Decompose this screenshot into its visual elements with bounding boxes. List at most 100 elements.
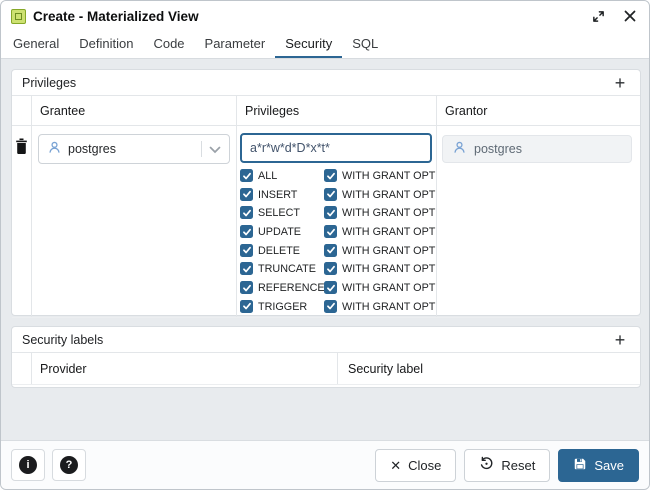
chevron-down-icon[interactable] — [209, 142, 221, 157]
tab-parameter[interactable]: Parameter — [195, 31, 276, 58]
user-icon — [452, 140, 467, 158]
grant-option-label: WITH GRANT OPTION — [342, 207, 437, 219]
privilege-checkbox[interactable] — [240, 188, 253, 201]
privilege-label: INSERT — [258, 189, 297, 201]
privilege-checkbox[interactable] — [240, 225, 253, 238]
security-labels-title: Security labels — [22, 333, 103, 347]
grantee-column-header: Grantee — [32, 96, 237, 125]
privileges-title: Privileges — [22, 76, 76, 90]
user-icon — [47, 140, 62, 158]
privilege-label: REFERENCES — [258, 282, 332, 294]
privilege-row: ALL WITH GRANT OPTION — [240, 167, 432, 186]
tab-code[interactable]: Code — [143, 31, 194, 58]
close-x-icon: ✕ — [390, 459, 401, 472]
delete-row-icon[interactable] — [14, 138, 30, 156]
privileges-column-header: Privileges — [237, 96, 437, 125]
save-button-label: Save — [594, 458, 624, 473]
grant-option-checkbox[interactable] — [324, 281, 337, 294]
grant-option-checkbox[interactable] — [324, 262, 337, 275]
reset-button-label: Reset — [501, 458, 535, 473]
privilege-row: UPDATE WITH GRANT OPTION — [240, 223, 432, 242]
privilege-checkbox-list: ALL WITH GRANT OPTION INSERT WITH GRANT … — [240, 167, 432, 317]
privileges-panel-header: Privileges + — [12, 70, 640, 96]
privilege-row: INSERT WITH GRANT OPTION — [240, 186, 432, 205]
footer: i ? ✕ Close Reset Save — [1, 440, 649, 489]
privilege-label: ALL — [258, 170, 277, 182]
grantor-cell: postgres — [437, 126, 640, 317]
close-button[interactable]: ✕ Close — [375, 449, 456, 482]
reset-icon — [479, 456, 494, 474]
privilege-label: SELECT — [258, 207, 300, 219]
grant-option-label: WITH GRANT OPTION — [342, 245, 437, 257]
tab-security[interactable]: Security — [275, 31, 342, 58]
help-button[interactable]: ? — [52, 449, 86, 481]
privilege-row: TRUNCATE WITH GRANT OPTION — [240, 260, 432, 279]
grant-option-checkbox[interactable] — [324, 206, 337, 219]
privilege-label: TRUNCATE — [258, 263, 316, 275]
privilege-label: UPDATE — [258, 226, 301, 238]
privilege-checkbox[interactable] — [240, 300, 253, 313]
info-button[interactable]: i — [11, 449, 45, 481]
tab-definition[interactable]: Definition — [69, 31, 143, 58]
grantee-select[interactable]: postgres — [38, 134, 230, 164]
help-icon: ? — [60, 456, 78, 474]
security-labels-grid-header: Provider Security label — [12, 353, 640, 385]
grantor-field: postgres — [442, 135, 632, 163]
grant-option-label: WITH GRANT OPTION — [342, 301, 437, 313]
dialog-title: Create - Materialized View — [33, 9, 199, 24]
privilege-row: DELETE WITH GRANT OPTION — [240, 242, 432, 261]
grant-option-label: WITH GRANT OPTION — [342, 282, 437, 294]
delete-column-header — [12, 96, 32, 125]
privileges-input[interactable] — [240, 133, 432, 163]
grant-option-checkbox[interactable] — [324, 225, 337, 238]
add-security-label-button[interactable]: + — [610, 330, 630, 350]
security-labels-header: Security labels + — [12, 327, 640, 353]
privilege-checkbox[interactable] — [240, 262, 253, 275]
privilege-row: TRIGGER WITH GRANT OPTION — [240, 298, 432, 317]
close-button-label: Close — [408, 458, 441, 473]
privilege-row: REFERENCES WITH GRANT OPTION — [240, 279, 432, 298]
privileges-cell: ALL WITH GRANT OPTION INSERT WITH GRANT … — [237, 126, 437, 317]
privilege-checkbox[interactable] — [240, 244, 253, 257]
privilege-row: SELECT WITH GRANT OPTION — [240, 204, 432, 223]
grant-option-checkbox[interactable] — [324, 300, 337, 313]
privilege-label: DELETE — [258, 245, 300, 257]
reset-button[interactable]: Reset — [464, 449, 550, 482]
close-icon[interactable] — [621, 7, 639, 25]
grant-option-checkbox[interactable] — [324, 188, 337, 201]
privileges-grid: Grantee Privileges Grantor postgres — [12, 96, 640, 312]
tab-bar: General Definition Code Parameter Securi… — [1, 31, 649, 59]
grant-option-label: WITH GRANT OPTION — [342, 189, 437, 201]
save-button[interactable]: Save — [558, 449, 639, 482]
grant-option-checkbox[interactable] — [324, 244, 337, 257]
privilege-checkbox[interactable] — [240, 206, 253, 219]
security-labels-panel: Security labels + Provider Security labe… — [11, 326, 641, 388]
delete-cell — [12, 126, 32, 317]
create-materialized-view-dialog: Create - Materialized View General Defin… — [0, 0, 650, 490]
grant-option-checkbox[interactable] — [324, 169, 337, 182]
grant-option-label: WITH GRANT OPTION — [342, 170, 437, 182]
delete-column-header — [12, 353, 32, 384]
grantor-value: postgres — [474, 142, 522, 156]
grant-option-label: WITH GRANT OPTION — [342, 226, 437, 238]
grantee-cell: postgres — [32, 126, 237, 317]
privilege-checkbox[interactable] — [240, 169, 253, 182]
tab-general[interactable]: General — [3, 31, 69, 58]
grant-option-label: WITH GRANT OPTION — [342, 263, 437, 275]
privileges-panel: Privileges + Grantee Privileges Grantor — [11, 69, 641, 316]
save-icon — [573, 457, 587, 474]
info-icon: i — [19, 456, 37, 474]
titlebar: Create - Materialized View — [1, 1, 649, 31]
add-privilege-button[interactable]: + — [610, 73, 630, 93]
privilege-label: TRIGGER — [258, 301, 307, 313]
privileges-row: postgres ALL WIT — [12, 126, 640, 318]
provider-column-header: Provider — [32, 353, 338, 384]
privileges-grid-header: Grantee Privileges Grantor — [12, 96, 640, 126]
grantor-column-header: Grantor — [437, 96, 640, 125]
privilege-checkbox[interactable] — [240, 281, 253, 294]
security-label-column-header: Security label — [338, 353, 640, 384]
dropdown-separator — [201, 141, 202, 157]
grantee-value: postgres — [68, 142, 116, 156]
expand-icon[interactable] — [589, 7, 607, 25]
tab-sql[interactable]: SQL — [342, 31, 388, 58]
